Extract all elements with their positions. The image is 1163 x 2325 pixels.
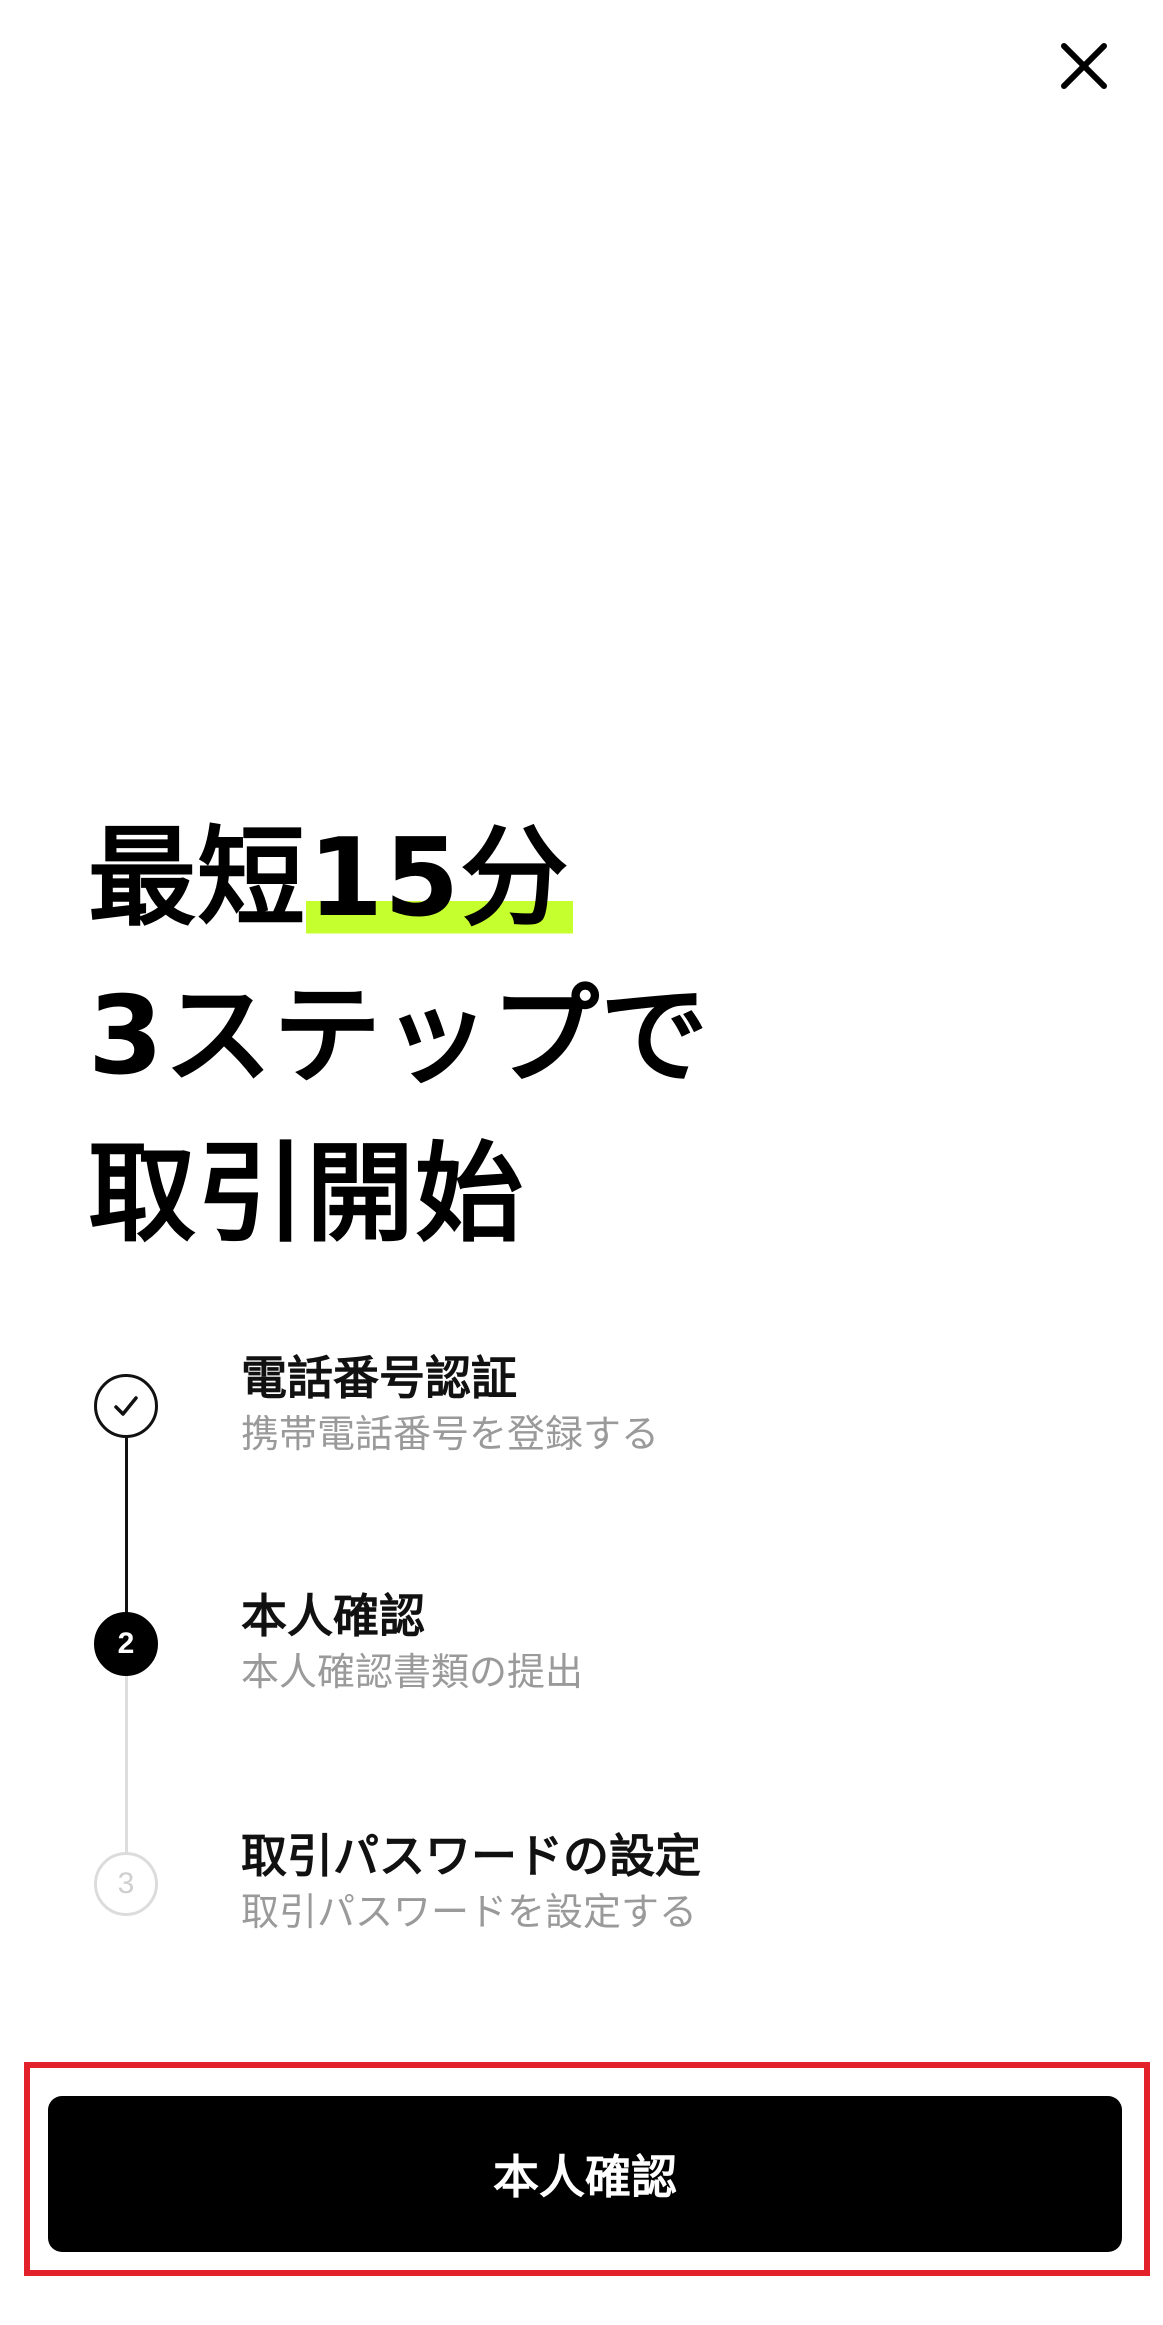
step-3-marker: 3 xyxy=(94,1852,158,1916)
headline: 最短15分 3ステップで 取引開始 xyxy=(88,800,1088,1274)
checkmark-icon xyxy=(114,1396,138,1416)
step-3-title: 取引パスワードの設定 xyxy=(241,1829,701,1883)
step-connector-pending xyxy=(125,1676,128,1884)
headline-line-1: 最短15分 xyxy=(88,800,1088,958)
step-1-title: 電話番号認証 xyxy=(241,1351,517,1405)
step-2-title: 本人確認 xyxy=(241,1589,425,1643)
step-connector-completed xyxy=(125,1406,128,1644)
step-1: 電話番号認証 携帯電話番号を登録する xyxy=(241,1348,1101,1460)
headline-highlight: 15分 xyxy=(306,816,574,941)
step-3: 取引パスワードの設定 取引パスワードを設定する xyxy=(241,1826,1101,1938)
step-1-description: 携帯電話番号を登録する xyxy=(241,1412,660,1456)
step-1-marker xyxy=(94,1374,158,1438)
headline-line-3: 取引開始 xyxy=(88,1132,525,1257)
close-icon xyxy=(1061,43,1107,89)
step-2-marker: 2 xyxy=(94,1612,158,1676)
step-2: 本人確認 本人確認書類の提出 xyxy=(241,1586,1101,1698)
headline-prefix: 最短 xyxy=(88,816,307,941)
identity-verification-button[interactable]: 本人確認 xyxy=(48,2096,1122,2252)
step-3-description: 取引パスワードを設定する xyxy=(241,1890,698,1934)
step-2-description: 本人確認書類の提出 xyxy=(241,1650,584,1694)
close-button[interactable] xyxy=(1052,34,1116,98)
headline-line-2: 3ステップで xyxy=(88,974,710,1099)
